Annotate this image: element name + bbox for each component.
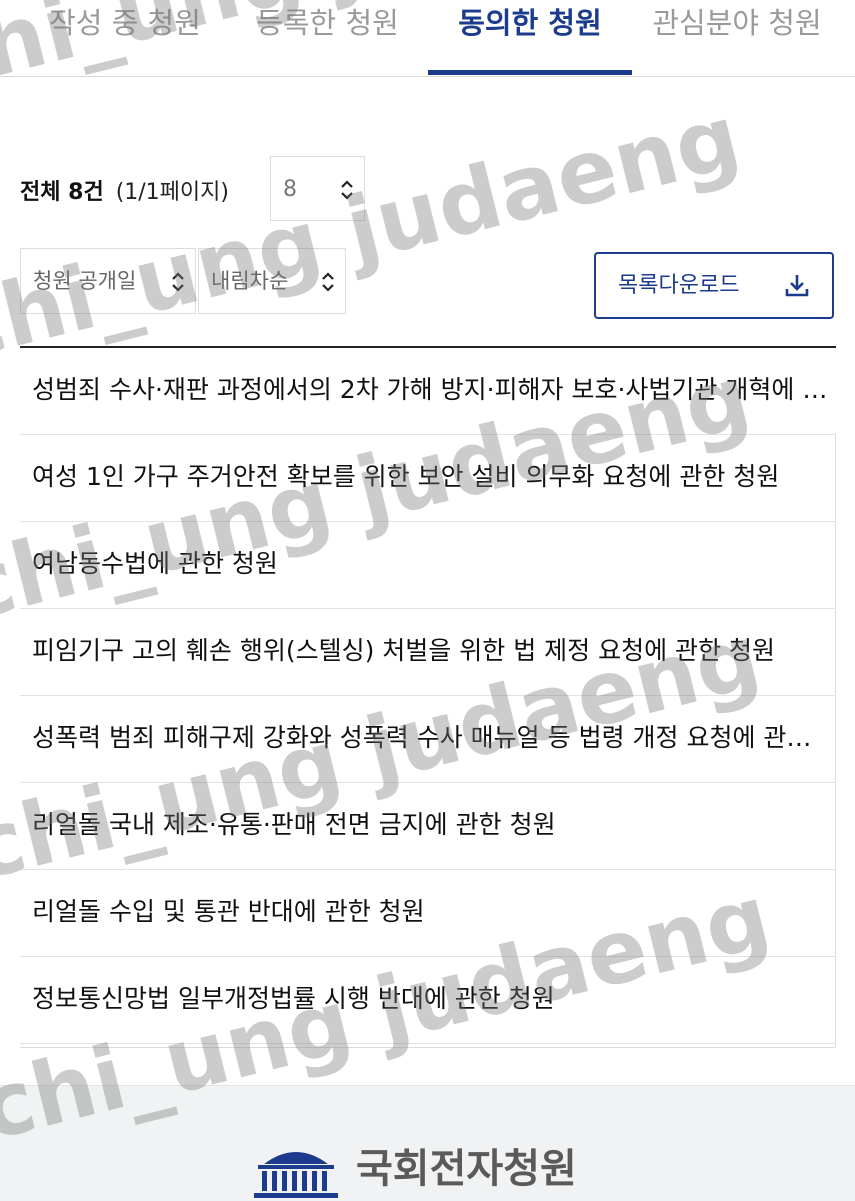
list-item[interactable]: 여남동수법에 관한 청원 bbox=[20, 522, 836, 609]
petition-title: 여성 1인 가구 주거안전 확보를 위한 보안 설비 의무화 요청에 관한 청원 bbox=[32, 462, 780, 491]
list-item[interactable]: 성범죄 수사·재판 과정에서의 2차 가해 방지·피해자 보호·사법기관 개혁에… bbox=[20, 348, 836, 435]
list-item[interactable]: 정보통신망법 일부개정법률 시행 반대에 관한 청원 bbox=[20, 957, 836, 1044]
list-item[interactable]: 피임기구 고의 훼손 행위(스텔싱) 처벌을 위한 법 제정 요청에 관한 청원 bbox=[20, 609, 836, 696]
petition-list: 성범죄 수사·재판 과정에서의 2차 가해 방지·피해자 보호·사법기관 개혁에… bbox=[20, 346, 836, 1044]
list-item[interactable]: 성폭력 범죄 피해구제 강화와 성폭력 수사 매뉴얼 등 법령 개정 요청에 관… bbox=[20, 696, 836, 783]
list-item[interactable]: 리얼돌 국내 제조·유통·판매 전면 금지에 관한 청원 bbox=[20, 783, 836, 870]
list-item[interactable]: 리얼돌 수입 및 통관 반대에 관한 청원 bbox=[20, 870, 836, 957]
tab-registered[interactable]: 등록한 청원 bbox=[240, 0, 415, 76]
site-name: 국회전자청원 bbox=[356, 1146, 577, 1192]
chevron-updown-icon bbox=[172, 272, 184, 292]
sort-field-select[interactable]: 청원 공개일 bbox=[20, 248, 196, 314]
download-button-label: 목록다운로드 bbox=[618, 273, 740, 298]
watermark-text: chi_ung judaeng bbox=[0, 85, 749, 381]
per-page-select[interactable]: 8 bbox=[270, 156, 365, 221]
list-download-button[interactable]: 목록다운로드 bbox=[594, 252, 834, 319]
national-assembly-logo bbox=[254, 1152, 338, 1198]
petition-title: 피임기구 고의 훼손 행위(스텔싱) 처벌을 위한 법 제정 요청에 관한 청원 bbox=[32, 636, 775, 665]
sort-order-value: 내림차순 bbox=[211, 269, 289, 293]
petition-title: 여남동수법에 관한 청원 bbox=[32, 549, 278, 578]
list-item[interactable]: 여성 1인 가구 주거안전 확보를 위한 보안 설비 의무화 요청에 관한 청원 bbox=[20, 435, 836, 522]
active-tab-indicator bbox=[428, 70, 632, 75]
tab-agreed[interactable]: 동의한 청원 bbox=[440, 0, 620, 76]
chevron-updown-icon bbox=[322, 272, 334, 292]
petition-title: 리얼돌 수입 및 통관 반대에 관한 청원 bbox=[32, 897, 425, 926]
sort-field-value: 청원 공개일 bbox=[33, 269, 137, 293]
site-footer: 국회전자청원 bbox=[0, 1085, 855, 1201]
page-info: (1/1페이지) bbox=[115, 180, 229, 205]
petition-title: 성폭력 범죄 피해구제 강화와 성폭력 수사 매뉴얼 등 법령 개정 요청에 관… bbox=[32, 723, 828, 752]
per-page-value: 8 bbox=[283, 177, 297, 202]
tab-drafts[interactable]: 작성 중 청원 bbox=[40, 0, 210, 76]
chevron-updown-icon bbox=[341, 180, 353, 200]
sort-order-select[interactable]: 내림차순 bbox=[198, 248, 346, 314]
download-icon bbox=[785, 275, 809, 297]
tab-bar: 작성 중 청원 등록한 청원 동의한 청원 관심분야 청원 bbox=[0, 0, 855, 77]
petition-title: 리얼돌 국내 제조·유통·판매 전면 금지에 관한 청원 bbox=[32, 810, 556, 839]
tab-interest[interactable]: 관심분야 청원 bbox=[642, 0, 832, 76]
total-count: 전체 8건 bbox=[20, 180, 104, 205]
result-summary: 전체 8건 (1/1페이지) bbox=[20, 160, 229, 220]
petition-title: 정보통신망법 일부개정법률 시행 반대에 관한 청원 bbox=[32, 984, 555, 1013]
petition-title: 성범죄 수사·재판 과정에서의 2차 가해 방지·피해자 보호·사법기관 개혁에… bbox=[32, 375, 828, 404]
